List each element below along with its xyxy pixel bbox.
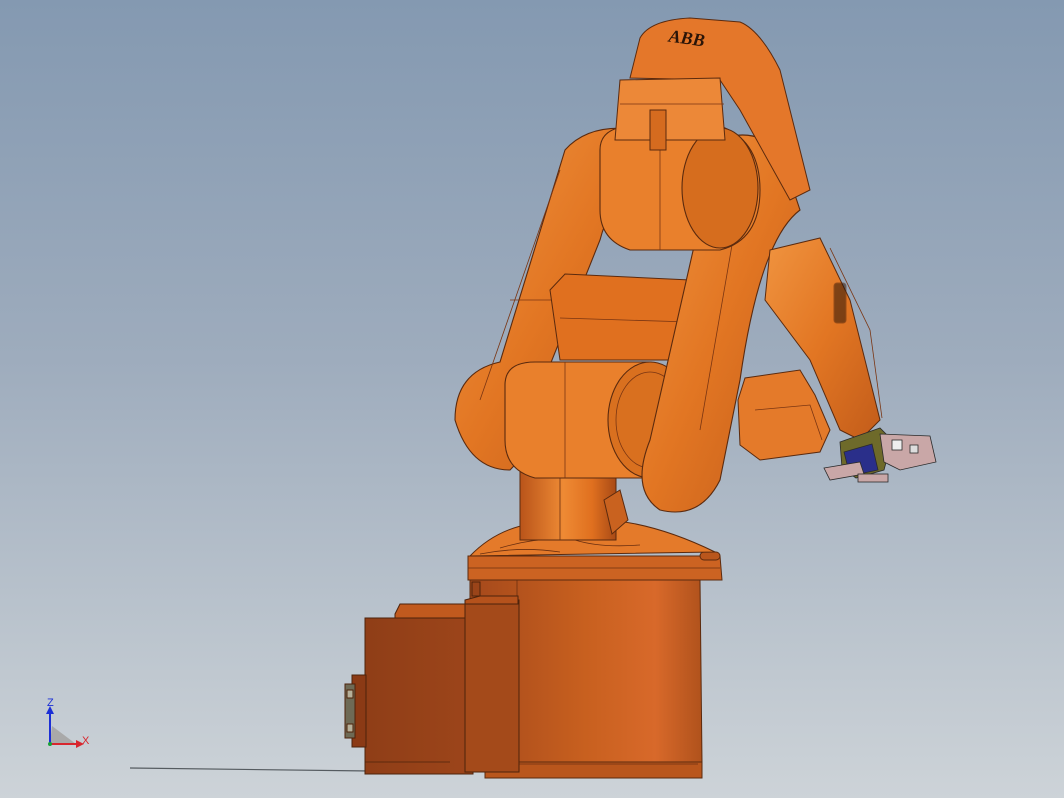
robot-model-view[interactable]: ABB bbox=[0, 0, 1064, 798]
cad-viewport[interactable]: ABB Z X bbox=[0, 0, 1064, 798]
robot-gripper bbox=[823, 427, 937, 483]
coordinate-triad: Z X bbox=[38, 694, 108, 764]
ground-line bbox=[129, 767, 371, 772]
robot-cross-beam bbox=[549, 273, 691, 361]
z-axis-label: Z bbox=[47, 697, 54, 709]
x-axis-label: X bbox=[82, 735, 90, 747]
controller-cabinet bbox=[344, 581, 520, 775]
